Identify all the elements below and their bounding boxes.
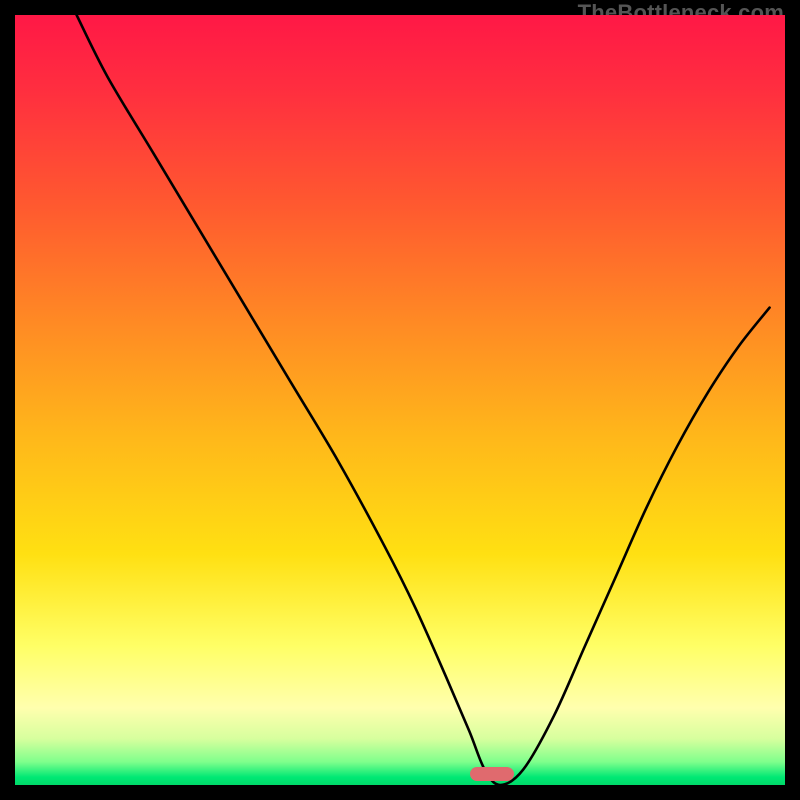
background-gradient bbox=[15, 15, 785, 785]
chart-frame: TheBottleneck.com bbox=[0, 0, 800, 800]
plot-area bbox=[15, 15, 785, 785]
optimal-marker bbox=[470, 767, 514, 781]
